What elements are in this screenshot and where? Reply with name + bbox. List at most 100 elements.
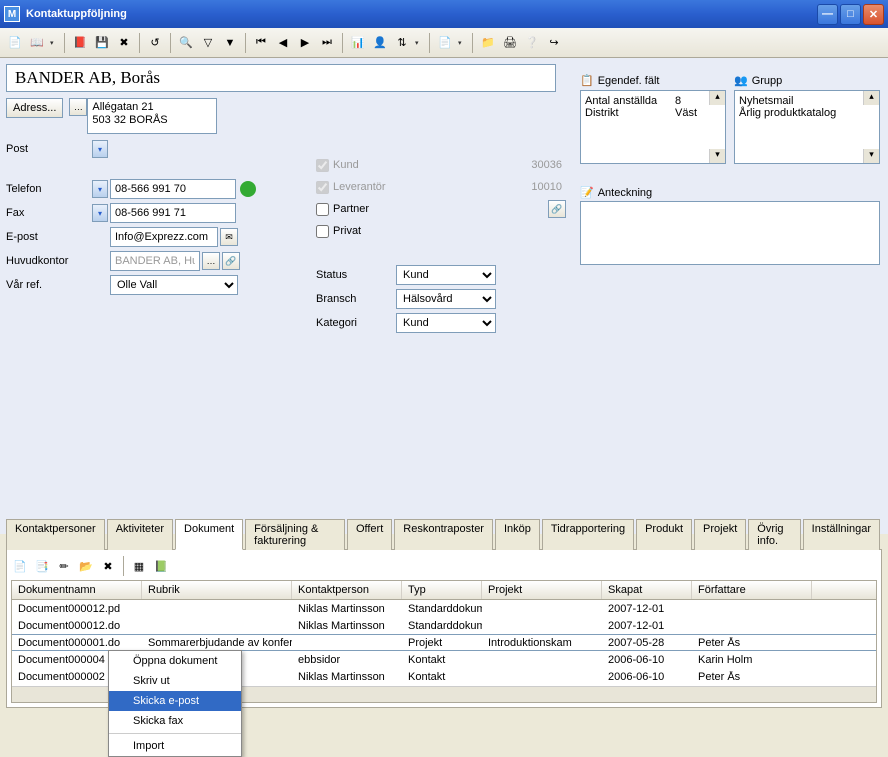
egendef-list[interactable]: Antal anställda8 DistriktVäst bbox=[581, 91, 725, 163]
telefon-type-dropdown[interactable]: ▾ bbox=[92, 180, 108, 198]
anteckning-title: 📝 Anteckning bbox=[580, 186, 880, 199]
search-icon[interactable]: 🔍 bbox=[177, 34, 195, 52]
col-rubrik[interactable]: Rubrik bbox=[142, 581, 292, 599]
last-icon[interactable]: ⏭ bbox=[318, 34, 336, 52]
scroll-up-icon[interactable]: ▴ bbox=[709, 91, 725, 105]
main-toolbar: 📄 📖 ▾ 📕 💾 ✖ ↺ 🔍 ▽ ▼ ⏮ ◀ ▶ ⏭ 📊 👤 ⇅ ▾ 📄 ▾ 📁 🖨… bbox=[0, 28, 888, 58]
col-forfattare[interactable]: Författare bbox=[692, 581, 812, 599]
menu-skicka-fax[interactable]: Skicka fax bbox=[109, 711, 241, 731]
post-dropdown[interactable]: ▾ bbox=[92, 140, 108, 158]
edit-doc-icon[interactable]: ✏ bbox=[55, 557, 73, 575]
delete-icon[interactable]: ✖ bbox=[115, 34, 133, 52]
partner-link-button[interactable]: 🔗 bbox=[548, 200, 566, 218]
dropdown-icon[interactable]: ▾ bbox=[458, 39, 466, 47]
tab-inkop[interactable]: Inköp bbox=[495, 519, 540, 550]
filter-icon[interactable]: ▽ bbox=[199, 34, 217, 52]
table-row[interactable]: Document000001.doSommarerbjudande av kon… bbox=[12, 634, 876, 651]
dropdown-icon[interactable]: ▾ bbox=[415, 39, 423, 47]
company-name-input[interactable] bbox=[6, 64, 556, 92]
address-box[interactable]: Allégatan 21 503 32 BORÅS bbox=[87, 98, 217, 134]
tab-forsaljning[interactable]: Försäljning & fakturering bbox=[245, 519, 345, 550]
scroll-down-icon[interactable]: ▾ bbox=[863, 149, 879, 163]
minimize-button[interactable]: — bbox=[817, 4, 838, 25]
col-skapat[interactable]: Skapat bbox=[602, 581, 692, 599]
scroll-down-icon[interactable]: ▾ bbox=[709, 149, 725, 163]
bransch-label: Bransch bbox=[316, 293, 396, 305]
new-icon[interactable]: 📄 bbox=[6, 34, 24, 52]
col-typ[interactable]: Typ bbox=[402, 581, 482, 599]
open-icon[interactable]: 📖 bbox=[28, 34, 46, 52]
tab-installningar[interactable]: Inställningar bbox=[803, 519, 880, 550]
privat-checkbox[interactable] bbox=[316, 225, 329, 238]
copy-doc-icon[interactable]: 📑 bbox=[33, 557, 51, 575]
epost-button[interactable]: ✉ bbox=[220, 228, 238, 246]
col-kontaktperson[interactable]: Kontaktperson bbox=[292, 581, 402, 599]
tab-tidrapportering[interactable]: Tidrapportering bbox=[542, 519, 634, 550]
delete-doc-icon[interactable]: ✖ bbox=[99, 557, 117, 575]
open-folder-icon[interactable]: 📂 bbox=[77, 557, 95, 575]
varref-select[interactable]: Olle Vall bbox=[110, 275, 238, 295]
print-icon[interactable]: 🖨 bbox=[501, 34, 519, 52]
first-icon[interactable]: ⏮ bbox=[252, 34, 270, 52]
kund-label: Kund bbox=[333, 159, 359, 171]
new-doc-icon[interactable]: 📄 bbox=[11, 557, 29, 575]
help-icon[interactable]: ❔ bbox=[523, 34, 541, 52]
folder-icon[interactable]: 📁 bbox=[479, 34, 497, 52]
anteckning-input[interactable] bbox=[581, 202, 879, 264]
close-button[interactable]: ✕ bbox=[863, 4, 884, 25]
tab-produkt[interactable]: Produkt bbox=[636, 519, 692, 550]
excel-icon[interactable]: 📗 bbox=[152, 557, 170, 575]
huvudkontor-link-button[interactable]: 🔗 bbox=[222, 252, 240, 270]
status-label: Status bbox=[316, 269, 396, 281]
grid-icon[interactable]: ▦ bbox=[130, 557, 148, 575]
epost-label: E-post bbox=[6, 231, 92, 243]
save-icon[interactable]: 💾 bbox=[93, 34, 111, 52]
next-icon[interactable]: ▶ bbox=[296, 34, 314, 52]
titlebar: M Kontaktuppföljning — □ ✕ bbox=[0, 0, 888, 28]
fax-input[interactable] bbox=[110, 203, 236, 223]
prev-icon[interactable]: ◀ bbox=[274, 34, 292, 52]
filter-off-icon[interactable]: ▼ bbox=[221, 34, 239, 52]
kund-number: 30036 bbox=[496, 157, 566, 173]
menu-skicka-epost[interactable]: Skicka e-post bbox=[109, 691, 241, 711]
book-icon[interactable]: 📕 bbox=[71, 34, 89, 52]
huvudkontor-input[interactable] bbox=[110, 251, 200, 271]
fax-type-dropdown[interactable]: ▾ bbox=[92, 204, 108, 222]
tab-reskontraposter[interactable]: Reskontraposter bbox=[394, 519, 493, 550]
table-row[interactable]: Document000012.pdNiklas MartinssonStanda… bbox=[12, 600, 876, 617]
status-select[interactable]: Kund bbox=[396, 265, 496, 285]
sort-icon[interactable]: ⇅ bbox=[393, 34, 411, 52]
tab-ovrig[interactable]: Övrig info. bbox=[748, 519, 800, 550]
partner-checkbox[interactable] bbox=[316, 203, 329, 216]
huvudkontor-more-button[interactable]: … bbox=[202, 252, 220, 270]
tab-projekt[interactable]: Projekt bbox=[694, 519, 746, 550]
chart-icon[interactable]: 📊 bbox=[349, 34, 367, 52]
tab-offert[interactable]: Offert bbox=[347, 519, 392, 550]
kategori-select[interactable]: Kund bbox=[396, 313, 496, 333]
address-button[interactable]: Adress... bbox=[6, 98, 63, 118]
grupp-list[interactable]: Nyhetsmail Årlig produktkatalog bbox=[735, 91, 879, 163]
table-row[interactable]: Document000012.doNiklas MartinssonStanda… bbox=[12, 617, 876, 634]
dokument-panel: 📄 📑 ✏ 📂 ✖ ▦ 📗 Dokumentnamn Rubrik Kontak… bbox=[6, 550, 882, 708]
undo-icon[interactable]: ↺ bbox=[146, 34, 164, 52]
menu-import[interactable]: Import bbox=[109, 736, 241, 756]
menu-oppna[interactable]: Öppna dokument bbox=[109, 651, 241, 671]
telefon-input[interactable] bbox=[110, 179, 236, 199]
tab-dokument[interactable]: Dokument bbox=[175, 519, 243, 550]
address-more-button[interactable]: … bbox=[69, 98, 87, 116]
scroll-up-icon[interactable]: ▴ bbox=[863, 91, 879, 105]
exit-icon[interactable]: ↪ bbox=[545, 34, 563, 52]
dropdown-icon[interactable]: ▾ bbox=[50, 39, 58, 47]
bransch-select[interactable]: Hälsovård bbox=[396, 289, 496, 309]
partner-label: Partner bbox=[333, 203, 369, 215]
user-icon[interactable]: 👤 bbox=[371, 34, 389, 52]
tab-kontaktpersoner[interactable]: Kontaktpersoner bbox=[6, 519, 105, 550]
doc-icon[interactable]: 📄 bbox=[436, 34, 454, 52]
menu-skriv-ut[interactable]: Skriv ut bbox=[109, 671, 241, 691]
maximize-button[interactable]: □ bbox=[840, 4, 861, 25]
phone-icon[interactable] bbox=[240, 181, 256, 197]
epost-input[interactable] bbox=[110, 227, 218, 247]
tab-aktiviteter[interactable]: Aktiviteter bbox=[107, 519, 173, 550]
col-dokumentnamn[interactable]: Dokumentnamn bbox=[12, 581, 142, 599]
col-projekt[interactable]: Projekt bbox=[482, 581, 602, 599]
